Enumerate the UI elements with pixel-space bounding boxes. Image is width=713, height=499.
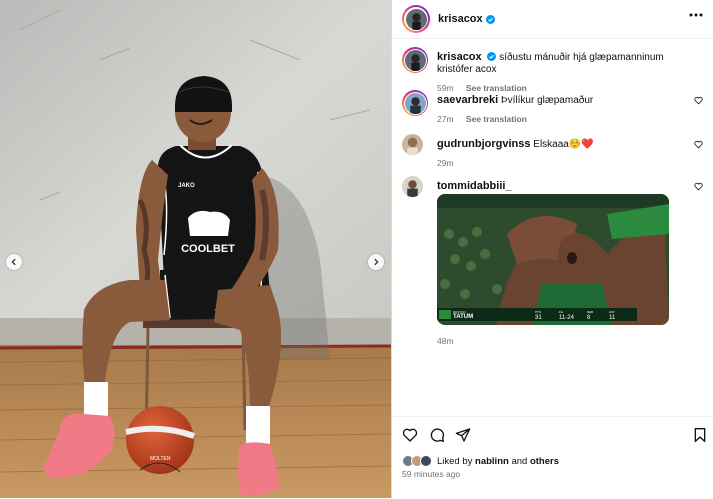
commenter-username[interactable]: saevarbreki [437, 94, 498, 106]
liked-by-prefix: Liked by [437, 455, 473, 467]
chevron-left-icon [11, 258, 16, 266]
gif-stat-label: FG [559, 310, 564, 314]
gif-stat-value: 11-24 [559, 315, 575, 321]
gif-stat-label: AST [609, 310, 615, 314]
post-timestamp[interactable]: 59 minutes ago [402, 469, 460, 479]
post-header: krisacox [392, 0, 713, 39]
liked-by-line: Liked by nablinn and others [402, 455, 559, 467]
comment-time[interactable]: 27m [437, 114, 454, 124]
comment-item: saevarbreki Þvílíkur glæpamaður 27m See … [402, 90, 703, 130]
heart-icon[interactable] [694, 182, 703, 191]
gif-team-name: BOSTON [453, 310, 466, 314]
gif-stat-value: 31 [535, 315, 542, 321]
liked-by-user[interactable]: nablinn [475, 456, 509, 467]
more-horizontal-icon[interactable] [689, 13, 703, 17]
commenter-avatar-ring[interactable] [402, 90, 428, 116]
verified-badge-icon [485, 14, 495, 24]
post-side-panel: krisacox krisacox síðustu mánuðir hjá gl… [391, 0, 713, 498]
caption-username[interactable]: krisacox [437, 51, 482, 63]
comment-time[interactable]: 48m [437, 336, 454, 346]
heart-icon[interactable] [694, 96, 703, 105]
commenter-avatar[interactable] [402, 134, 423, 155]
post-photo: JAKO COOLBET MOLTEN [0, 0, 391, 498]
story-ring[interactable] [402, 5, 430, 33]
comment-time[interactable]: 29m [437, 158, 454, 168]
comment-text: Þvílíkur glæpamaður [500, 95, 594, 106]
share-icon[interactable] [455, 427, 471, 443]
gif-stat-label: REB [587, 310, 593, 314]
gif-stat-label: PTS [535, 310, 541, 314]
gif-player-name: TATUM [453, 314, 473, 320]
heart-icon[interactable] [402, 427, 418, 443]
verified-badge-icon [487, 52, 497, 61]
commenter-username[interactable]: tommidabbiii_ [437, 180, 512, 192]
author-username[interactable]: krisacox [438, 13, 483, 25]
commenter-avatar[interactable] [404, 92, 426, 114]
comment-item: tommidabbiii_ TATUM BOSTON PTS 31 FG 11-… [402, 176, 703, 346]
post-dialog: JAKO COOLBET MOLTEN krisacox krisacox sí… [0, 0, 713, 498]
post-actions: Liked by nablinn and others 59 minutes a… [392, 416, 713, 499]
comment-gif[interactable]: TATUM BOSTON PTS 31 FG 11-24 REB 8 AST 1… [437, 194, 669, 325]
liked-by-others[interactable]: others [530, 456, 559, 467]
caption-avatar[interactable] [404, 49, 426, 71]
comment-see-translation[interactable]: See translation [466, 114, 527, 124]
ball-brand-label: MOLTEN [150, 456, 171, 462]
comments-list: krisacox síðustu mánuðir hjá glæpamannin… [392, 40, 713, 416]
bookmark-icon[interactable] [692, 427, 708, 443]
commenter-username[interactable]: gudrunbjorgvinss [437, 138, 531, 150]
comment-item: gudrunbjorgvinss Elskaaa☺️❤️ 29m [402, 134, 703, 170]
gif-stat-value: 11 [609, 315, 616, 321]
player-photo: JAKO COOLBET MOLTEN [0, 0, 391, 498]
jersey-brand-label: COOLBET [181, 243, 235, 255]
jersey-maker-logo: JAKO [178, 183, 195, 189]
next-photo-button[interactable] [368, 254, 384, 270]
commenter-avatar[interactable] [402, 176, 423, 197]
comment-icon[interactable] [429, 427, 445, 443]
previous-photo-button[interactable] [6, 254, 22, 270]
caption-avatar-ring[interactable] [402, 47, 428, 73]
liked-by-and: and [511, 455, 528, 467]
gif-image: TATUM BOSTON PTS 31 FG 11-24 REB 8 AST 1… [437, 194, 669, 325]
post-caption: krisacox síðustu mánuðir hjá glæpamannin… [402, 47, 703, 93]
author-avatar[interactable] [405, 8, 427, 30]
comment-text: Elskaaa☺️❤️ [533, 139, 594, 150]
chevron-right-icon [374, 258, 379, 266]
heart-icon[interactable] [694, 140, 703, 149]
liker-avatar [420, 455, 432, 467]
